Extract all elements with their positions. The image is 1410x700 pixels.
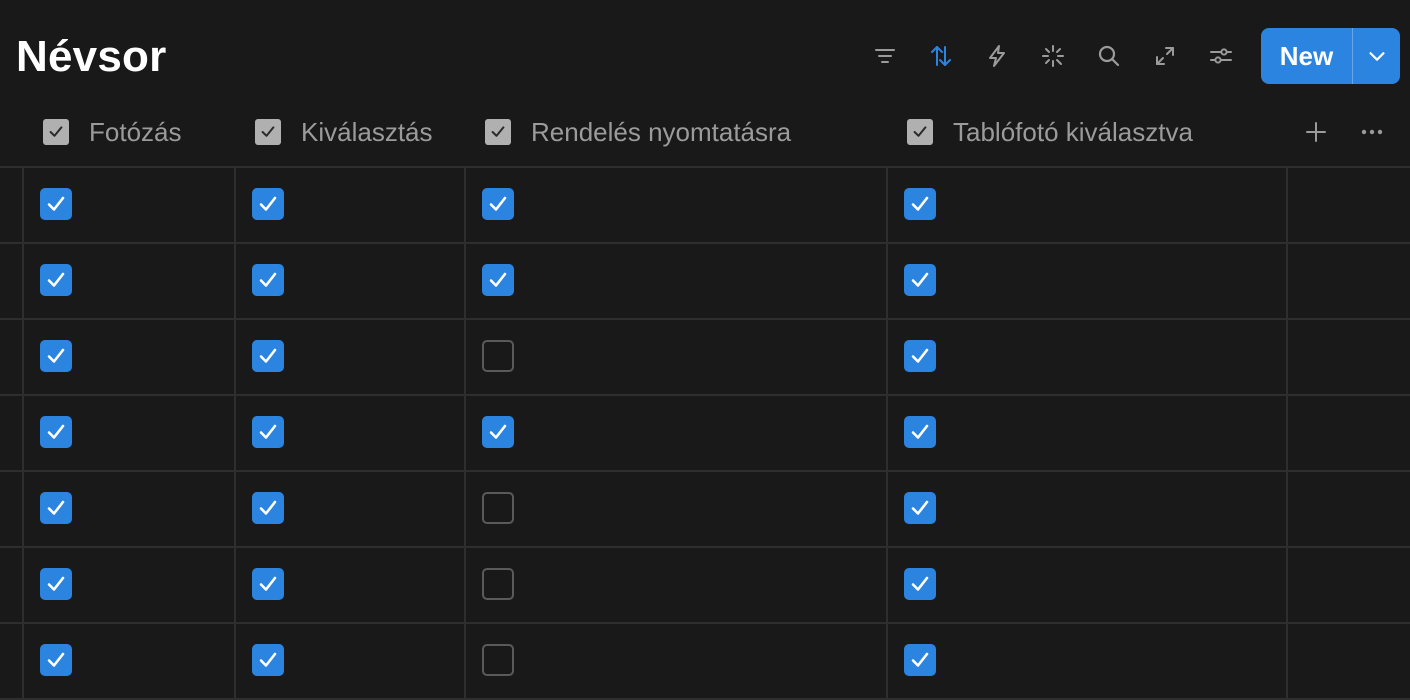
column-label: Fotózás (89, 116, 182, 147)
page-title: Névsor (16, 32, 167, 81)
checkbox-checked[interactable] (252, 644, 284, 676)
checkmark-icon (911, 272, 929, 287)
settings-sliders-icon[interactable] (1205, 40, 1237, 72)
sort-icon[interactable] (925, 40, 957, 72)
checkmark-icon (911, 196, 929, 211)
checkbox-checked[interactable] (482, 188, 514, 220)
filter-icon[interactable] (869, 40, 901, 72)
row-divider (0, 394, 1410, 396)
checkmark-icon (259, 424, 277, 439)
checkbox-checked[interactable] (40, 188, 72, 220)
checkmark-icon (259, 652, 277, 667)
checkmark-icon (489, 424, 507, 439)
checkbox-checked[interactable] (40, 644, 72, 676)
checkbox-checked[interactable] (904, 340, 936, 372)
column-header-fotozas[interactable]: Fotózás (43, 110, 182, 154)
checkmark-icon (47, 652, 65, 667)
new-options-button[interactable] (1353, 28, 1400, 84)
checkbox-checked[interactable] (252, 568, 284, 600)
checkbox-checked[interactable] (252, 492, 284, 524)
checkbox-checked[interactable] (40, 264, 72, 296)
checkmark-icon (259, 348, 277, 363)
checkbox-checked[interactable] (482, 416, 514, 448)
checkbox-property-icon (43, 119, 69, 145)
checkbox-checked[interactable] (252, 340, 284, 372)
column-divider (1286, 166, 1288, 700)
checkmark-icon (47, 196, 65, 211)
checkmark-icon (489, 196, 507, 211)
database-view: Névsor New Fotózás Kiválasztás Rendelés … (0, 0, 1410, 700)
checkmark-icon (911, 424, 929, 439)
column-label: Tablófotó kiválasztva (953, 116, 1193, 147)
checkmark-icon (911, 500, 929, 515)
checkmark-icon (489, 272, 507, 287)
search-icon[interactable] (1093, 40, 1125, 72)
expand-icon[interactable] (1149, 40, 1181, 72)
row-divider (0, 546, 1410, 548)
checkmark-icon (47, 576, 65, 591)
checkmark-icon (911, 576, 929, 591)
checkbox-property-icon (485, 119, 511, 145)
checkbox-unchecked[interactable] (482, 644, 514, 676)
checkbox-checked[interactable] (252, 264, 284, 296)
ai-sparkle-icon[interactable] (1037, 40, 1069, 72)
checkbox-checked[interactable] (40, 340, 72, 372)
checkbox-checked[interactable] (904, 416, 936, 448)
checkbox-unchecked[interactable] (482, 568, 514, 600)
checkbox-checked[interactable] (40, 492, 72, 524)
checkmark-icon (259, 500, 277, 515)
row-divider (0, 242, 1410, 244)
checkbox-property-icon (907, 119, 933, 145)
column-header-tablofoto-kivalasztva[interactable]: Tablófotó kiválasztva (907, 110, 1193, 154)
column-header-kivalasztas[interactable]: Kiválasztás (255, 110, 433, 154)
checkbox-checked[interactable] (904, 188, 936, 220)
more-icon[interactable] (1356, 116, 1388, 148)
column-divider (22, 166, 24, 700)
column-divider (464, 166, 466, 700)
checkbox-checked[interactable] (904, 568, 936, 600)
column-label: Kiválasztás (301, 116, 433, 147)
checkmark-icon (47, 348, 65, 363)
add-property-icon[interactable] (1300, 116, 1332, 148)
chevron-down-icon (1368, 52, 1385, 61)
checkbox-checked[interactable] (40, 568, 72, 600)
new-button-group: New (1261, 28, 1400, 84)
checkbox-checked[interactable] (40, 416, 72, 448)
checkmark-icon (47, 424, 65, 439)
checkbox-checked[interactable] (904, 264, 936, 296)
checkbox-checked[interactable] (904, 644, 936, 676)
row-divider (0, 622, 1410, 624)
checkbox-checked[interactable] (904, 492, 936, 524)
row-divider (0, 470, 1410, 472)
checkmark-icon (911, 348, 929, 363)
row-divider (0, 166, 1410, 168)
checkmark-icon (47, 500, 65, 515)
column-divider (886, 166, 888, 700)
new-button[interactable]: New (1261, 28, 1352, 84)
column-label: Rendelés nyomtatásra (531, 116, 792, 147)
checkbox-checked[interactable] (252, 416, 284, 448)
checkmark-icon (259, 196, 277, 211)
checkmark-icon (259, 272, 277, 287)
checkmark-icon (259, 576, 277, 591)
checkbox-property-icon (255, 119, 281, 145)
row-divider (0, 318, 1410, 320)
checkbox-checked[interactable] (482, 264, 514, 296)
automation-icon[interactable] (981, 40, 1013, 72)
column-header-rendeles-nyomtatasra[interactable]: Rendelés nyomtatásra (485, 110, 791, 154)
column-divider (234, 166, 236, 700)
checkmark-icon (911, 652, 929, 667)
checkbox-unchecked[interactable] (482, 492, 514, 524)
checkbox-unchecked[interactable] (482, 340, 514, 372)
checkbox-checked[interactable] (252, 188, 284, 220)
checkmark-icon (47, 272, 65, 287)
